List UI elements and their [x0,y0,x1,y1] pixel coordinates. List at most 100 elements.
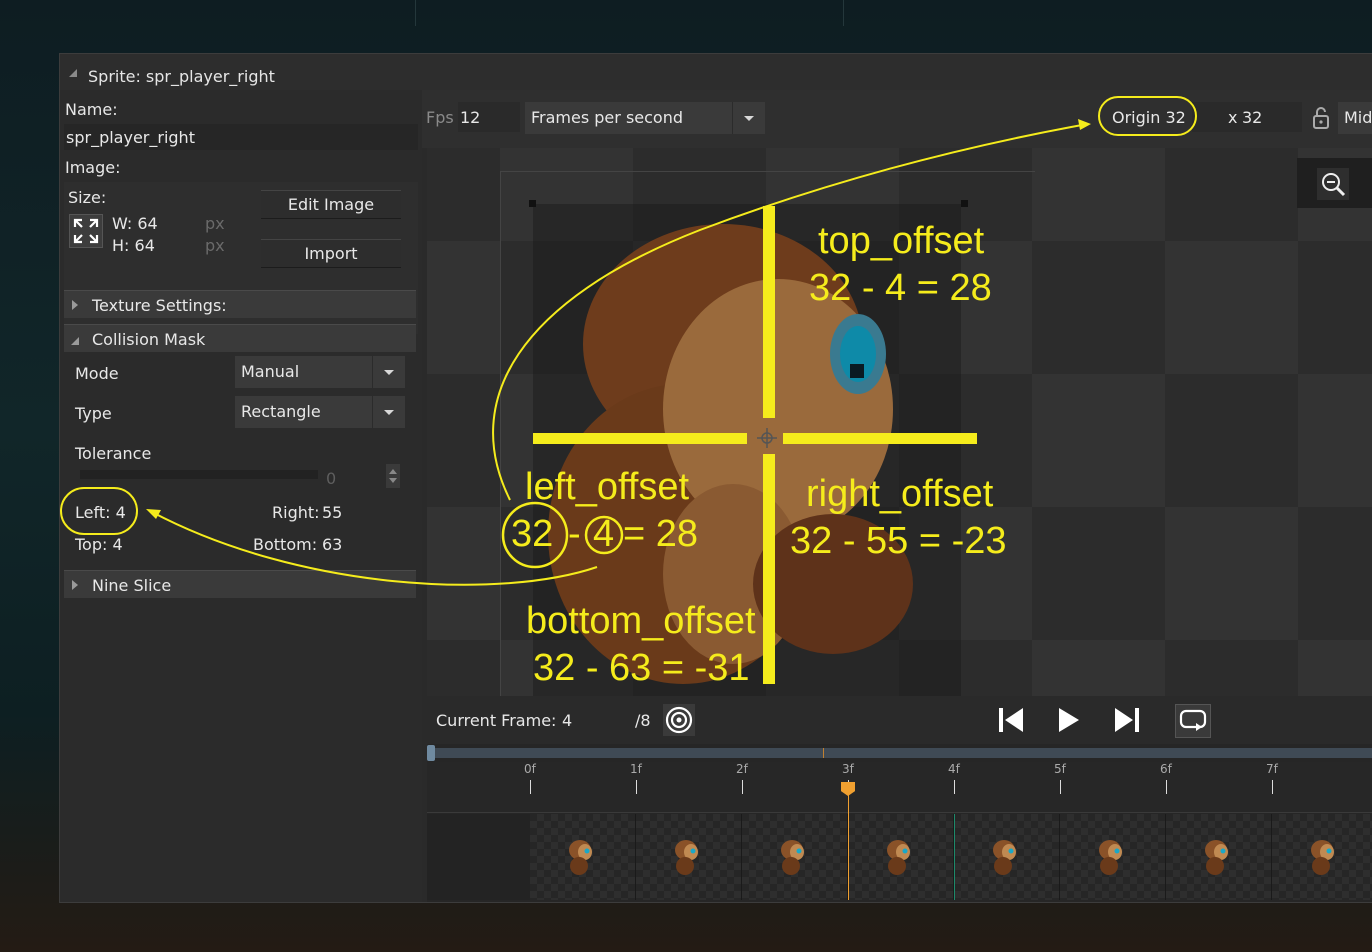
frame-thumbnail[interactable] [954,814,1060,900]
skip-start-icon[interactable] [995,704,1027,736]
bottom-offset-line [763,454,775,684]
sprite-editor-window: Sprite: spr_player_right Name: spr_playe… [59,53,1372,903]
current-frame-input[interactable]: 4 [559,705,633,735]
height-value: H: 64 [112,236,155,255]
width-unit: px [205,214,225,233]
resize-icon[interactable] [69,214,103,248]
right-offset-equation: 32 - 55 = -23 [790,520,1007,562]
lock-icon[interactable] [1310,104,1334,132]
origin-y-value: 32 [1242,108,1263,127]
timeline-tick-label: 1f [630,762,642,776]
image-label: Image: [65,158,121,177]
left-offset-b: 4 [593,513,615,555]
dropdown-button[interactable] [372,356,405,388]
frame-thumbnail[interactable] [1060,814,1166,900]
texture-settings-label: Texture Settings: [92,296,227,315]
zoom-toolbar [1297,158,1372,208]
edit-image-button[interactable]: Edit Image [261,190,401,219]
dropdown-button[interactable] [372,396,405,428]
timeline-tick [1060,780,1061,794]
play-icon[interactable] [1053,704,1085,736]
left-offset-minus: - [568,513,581,555]
checker-tile [427,241,500,374]
mode-label: Mode [75,364,119,383]
bottom-label: Bottom: [253,535,318,554]
checker-tile [1298,640,1372,696]
timeline-tick-label: 3f [842,762,854,776]
timeline-tick [1272,780,1273,794]
name-label: Name: [65,100,118,119]
onion-skin-icon[interactable] [663,704,695,736]
chevron-down-icon [384,410,394,415]
checker-tile [427,374,500,507]
name-field[interactable]: spr_player_right [64,124,418,150]
skip-end-icon[interactable] [1111,704,1143,736]
playback-bar: Current Frame: 4 /8 [427,696,1372,744]
checker-tile [1032,241,1165,374]
nine-slice-section[interactable]: Nine Slice [64,570,416,598]
expand-arrow-icon [72,580,78,590]
scrollbar-handle[interactable] [427,745,435,761]
checker-tile [427,640,500,696]
left-offset-equation: = 28 [623,513,699,555]
timeline-tick-label: 6f [1160,762,1172,776]
zoom-out-icon[interactable] [1317,168,1349,200]
loop-icon[interactable] [1175,704,1211,738]
timeline-tick-label: 4f [948,762,960,776]
origin-preset-dropdown[interactable]: Mid [1338,102,1372,134]
left-offset-line [533,433,747,444]
checker-tile [1298,374,1372,507]
timeline: 0f 1f 2f 3f 4f 5f 6f 7f [427,744,1372,902]
resize-grip-icon[interactable] [69,69,77,77]
frame-thumbnail[interactable] [848,814,954,900]
frame-thumbnail[interactable] [1166,814,1272,900]
sprite-view: Fps 12 Frames per second Origin 32 x 32 … [422,90,1372,902]
checker-tile [1165,374,1298,507]
texture-settings-section[interactable]: Texture Settings: [64,290,416,318]
checker-tile [1032,507,1165,640]
timeline-tick-label: 0f [524,762,536,776]
bg-divider [843,0,844,26]
fps-mode-dropdown[interactable]: Frames per second [525,102,765,134]
expand-arrow-icon [72,300,78,310]
type-value: Rectangle [241,402,321,421]
right-offset-line [783,433,977,444]
timeline-scrollbar[interactable] [431,748,1372,758]
playhead[interactable] [848,784,849,900]
mask-handle[interactable] [961,200,968,207]
frame-thumbnail[interactable] [636,814,742,900]
top-offset-equation: 32 - 4 = 28 [809,267,992,309]
window-titlebar[interactable]: Sprite: spr_player_right [60,54,1372,90]
type-label: Type [75,404,112,423]
timeline-tick-label: 2f [736,762,748,776]
timeline-tick [1166,780,1167,794]
current-frame-value: 4 [562,711,573,730]
bottom-offset-title: bottom_offset [526,600,756,642]
size-label: Size: [68,188,107,207]
collision-mask-section[interactable]: Collision Mask [64,324,416,352]
fps-input[interactable]: 12 [458,102,520,132]
frame-end-marker [954,814,955,900]
frame-thumbnail[interactable] [1272,814,1372,900]
tolerance-slider[interactable] [80,470,318,479]
tolerance-value: 0 [326,469,337,488]
bg-divider [415,0,416,26]
timeline-tick [530,780,531,794]
checker-tile [1165,507,1298,640]
right-value: 55 [322,503,343,522]
collision-mask-label: Collision Mask [92,330,206,349]
mode-dropdown[interactable]: Manual [235,356,405,388]
sprite-canvas[interactable]: top_offset 32 - 4 = 28 left_offset 32 - … [427,148,1372,696]
properties-panel: Name: spr_player_right Image: Size: W: 6… [60,90,422,902]
checker-tile [1165,640,1298,696]
dropdown-button[interactable] [732,102,765,134]
checker-tile [1298,507,1372,640]
frame-thumbnail[interactable] [742,814,848,900]
frame-thumbnail[interactable] [530,814,636,900]
import-button[interactable]: Import [261,239,401,268]
nine-slice-label: Nine Slice [92,576,172,595]
origin-y-input[interactable]: 32 [1240,102,1302,132]
tolerance-stepper[interactable] [386,464,400,488]
type-dropdown[interactable]: Rectangle [235,396,405,428]
checker-tile [1032,148,1165,241]
